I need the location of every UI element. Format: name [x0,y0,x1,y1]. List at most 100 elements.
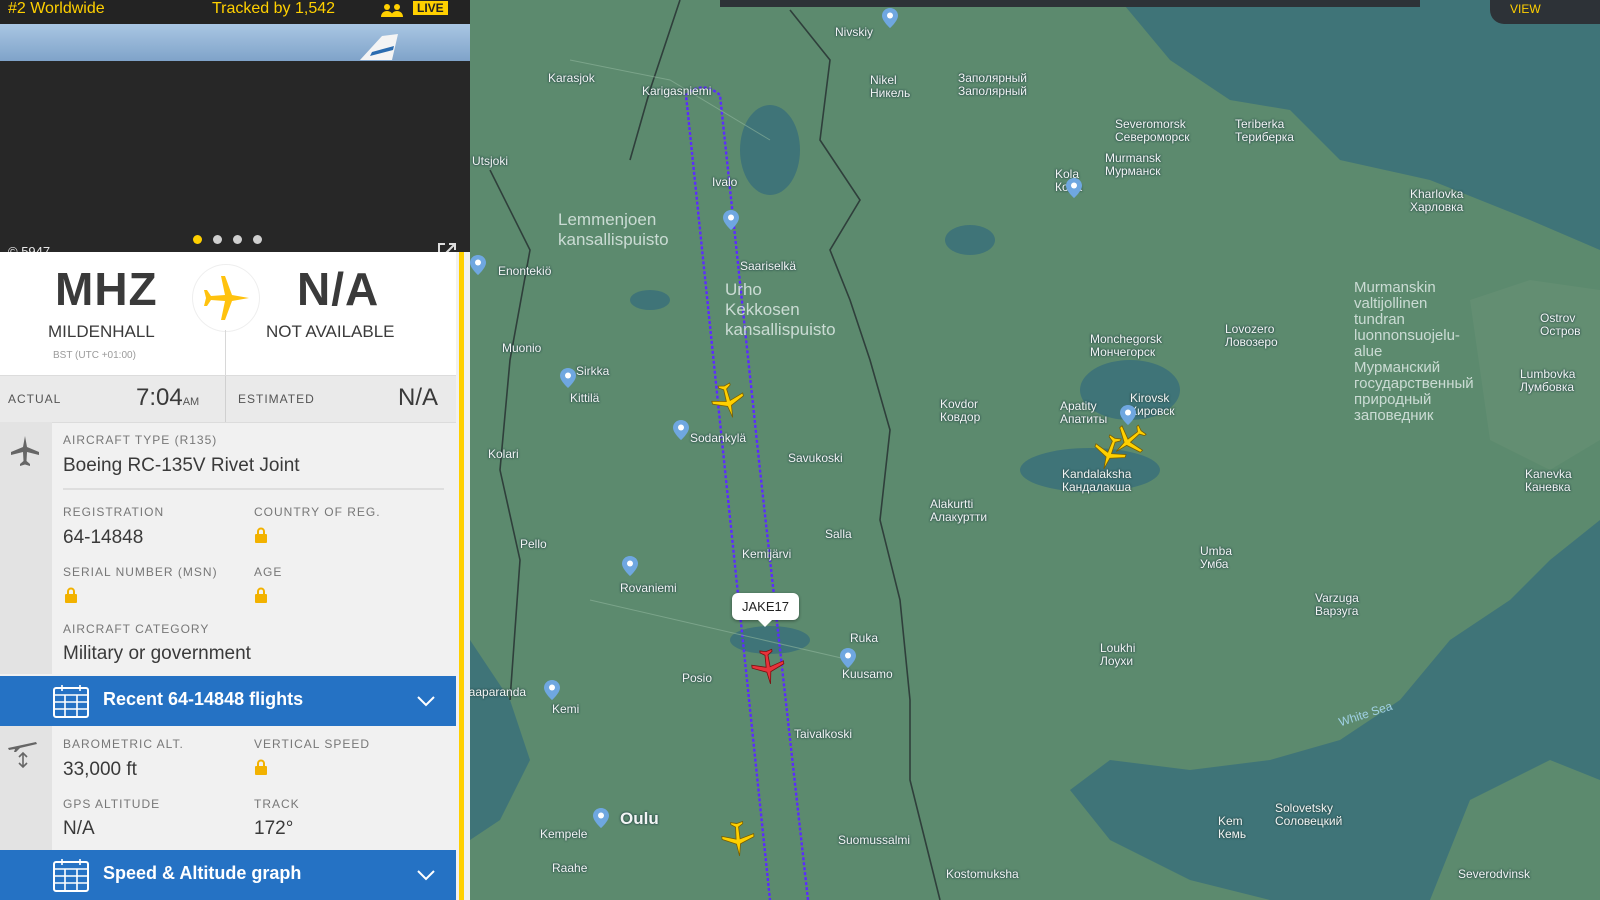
estimated-value: N/A [398,384,439,411]
origin-code[interactable]: MHZ [55,262,158,316]
lock-icon[interactable] [254,527,268,543]
map-label-kempele: Kempele [540,827,588,841]
section-divider [63,488,444,490]
map-label-suomussalmi: Suomussalmi [838,833,911,847]
selected-aircraft-icon[interactable] [748,646,788,686]
map-label-kemi: Kemi [552,702,580,716]
map-label-nivskiy: Nivskiy [835,25,873,39]
lock-icon[interactable] [254,587,268,603]
airport-pin-icon[interactable] [882,8,898,28]
route-divider [225,330,226,375]
map-label-kostomuksha: Kostomuksha [946,867,1019,881]
lock-icon[interactable] [64,587,78,603]
map-label-posio: Posio [682,671,713,685]
carousel-dot[interactable] [213,235,222,244]
map-label-lemmenjoki: Lemmenjoen kansallispuisto [558,210,669,249]
map-label-karasjok: Karasjok [548,71,595,85]
airport-pin-icon[interactable] [470,255,486,275]
origin-name: MILDENHALL [48,322,155,341]
map-label-apatity: Apatity Апатиты [1060,399,1108,426]
airport-pin-icon[interactable] [560,368,576,388]
map-label-severodvinsk: Severodvinsk [1458,867,1531,881]
aircraft-tail-image [360,34,398,60]
destination-code[interactable]: N/A [297,262,379,316]
map-label-urho: Urho Kekkosen kansallispuisto [725,280,836,339]
map-canvas [470,0,1600,900]
aircraft-type-label: AIRCRAFT TYPE (R135) [63,433,218,447]
flight-map[interactable]: VIEW Karasjok Karigasniemi Nivskiy Nikel… [470,0,1600,900]
airplane-icon [204,276,249,320]
speed-altitude-label: Speed & Altitude graph [103,863,302,883]
map-label-raahe: Raahe [552,861,588,875]
map-label-ostrov: Ostrov Остров [1540,311,1581,338]
selected-flight-callout[interactable]: JAKE17 [732,593,799,627]
view-button-label: VIEW [1510,2,1541,16]
map-label-kovdor: Kovdor Ковдор [940,397,981,424]
carousel-dot[interactable] [253,235,262,244]
altitude-icon [8,742,37,769]
aircraft-icon[interactable] [708,380,748,420]
route-summary: MHZ MILDENHALL BST (UTC +01:00) N/A NOT … [0,252,456,375]
aircraft-photo[interactable]: © 5947 [0,24,470,261]
calendar-icon [53,685,89,718]
map-label-kittila: Kittilä [570,391,600,405]
category-value: Military or government [63,643,251,664]
category-label: AIRCRAFT CATEGORY [63,622,210,636]
view-button[interactable]: VIEW [1490,0,1600,24]
chevron-down-icon [417,870,435,881]
panel-scrollbar[interactable] [459,252,464,900]
map-label-varzuga: Varzuga Варзуга [1315,591,1359,618]
map-label-enontekio: Enontekiö [498,264,552,278]
airport-pin-icon[interactable] [544,680,560,700]
airport-pin-icon[interactable] [622,556,638,576]
aircraft-icon[interactable] [718,818,758,858]
people-icon [381,4,403,17]
tracking-strip: #2 Worldwide Tracked by 1,542 LIVE [0,0,470,24]
recent-flights-label: Recent 64-14848 flights [103,689,304,709]
photo-carousel-dots[interactable] [193,231,273,249]
map-label-ruka: Ruka [850,631,879,645]
map-label-alakurtti: Alakurtti Алакуртти [930,497,988,524]
time-divider [225,376,226,422]
callsign-label: JAKE17 [742,599,789,614]
registration-value[interactable]: 64-14848 [63,527,143,549]
gps-alt-label: GPS ALTITUDE [63,797,161,811]
map-label-lovozero: Lovozero Ловозеро [1225,322,1278,349]
actual-ampm: AM [182,396,200,408]
airport-pin-icon[interactable] [673,420,689,440]
speed-altitude-graph-toggle[interactable]: Speed & Altitude graph [0,850,456,900]
airport-pin-icon[interactable] [1066,178,1082,198]
map-label-salla: Salla [825,527,852,541]
map-label-taivalkoski: Taivalkoski [794,727,853,741]
map-label-kemijarvi: Kemijärvi [742,547,792,561]
live-badge: LIVE [413,1,448,15]
graph-icon [53,859,89,892]
map-label-nikel: Nikel Никель [870,73,911,100]
country-label: COUNTRY OF REG. [254,505,381,519]
map-label-ivalo: Ivalo [712,175,738,189]
map-label-kirovsk: Kirovsk Кировск [1130,391,1175,418]
recent-flights-toggle[interactable]: Recent 64-14848 flights [0,676,456,726]
aircraft-icon[interactable] [1110,420,1150,460]
track-label: TRACK [254,797,300,811]
map-label-kem: Kem Кемь [1218,814,1247,841]
map-label-loukhi: Loukhi Лоухи [1100,641,1136,668]
carousel-dot[interactable] [193,235,202,244]
lock-icon[interactable] [254,759,268,775]
map-label-murmansk: Murmansk Мурманск [1105,151,1162,178]
actual-label: ACTUAL [8,392,62,406]
actual-time-value: 7:04 [136,384,183,411]
map-label-murmansk-tundra: Murmanskin valtijollinen tundran luonnon… [1354,279,1474,424]
airport-pin-icon[interactable] [840,648,856,668]
airport-pin-icon[interactable] [593,808,609,828]
baro-alt-value: 33,000 ft [63,759,137,780]
origin-timezone: BST (UTC +01:00) [53,350,136,361]
tracked-text: Tracked by 1,542 [212,0,336,17]
flight-details-panel: #2 Worldwide Tracked by 1,542 LIVE © 594… [0,0,470,900]
map-label-zapolyarny: Заполярный Заполярный [958,71,1027,98]
map-label-kuusamo: Kuusamo [842,667,893,681]
carousel-dot[interactable] [233,235,242,244]
actual-time: 7:04AM [136,384,199,412]
aircraft-type-value[interactable]: Boeing RC-135V Rivet Joint [63,455,300,477]
airport-pin-icon[interactable] [723,210,739,230]
